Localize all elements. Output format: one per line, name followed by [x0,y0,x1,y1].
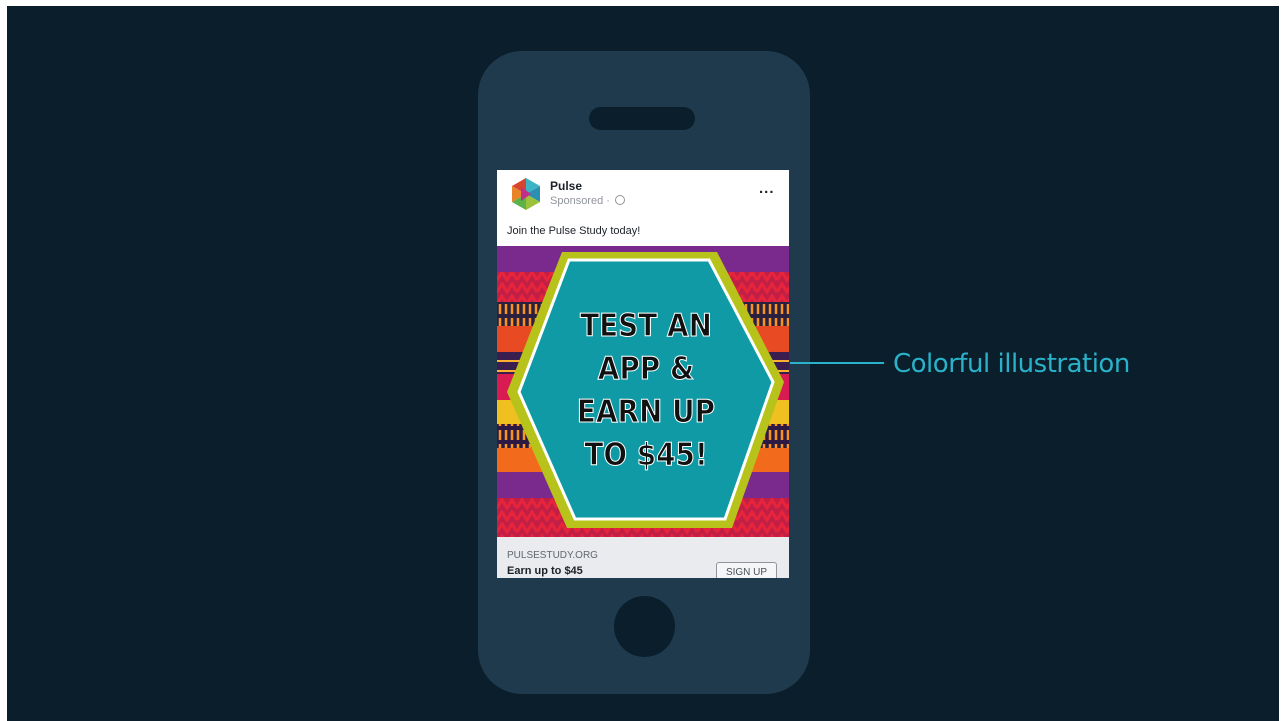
facebook-ad-post: Pulse Sponsored · ... Join the Pulse Stu… [497,170,789,578]
ad-headline-line-1: TEST AN [580,308,712,344]
ad-headline-line-3: EARN UP [577,394,715,430]
callout-line [790,362,884,364]
sponsored-text: Sponsored · [550,195,610,207]
ad-headline-line-2: APP & [598,351,694,387]
link-preview-bar[interactable]: PULSESTUDY.ORG Earn up to $45 SIGN UP [497,537,789,578]
ad-headline-line-4: TO $45! [584,437,707,473]
globe-icon [615,195,625,205]
page-name[interactable]: Pulse [550,179,582,193]
post-header: Pulse Sponsored · ... [497,170,789,222]
slide-background: Pulse Sponsored · ... Join the Pulse Stu… [7,6,1279,721]
phone-home-button [614,596,675,657]
link-title: Earn up to $45 [507,565,583,577]
post-text: Join the Pulse Study today! [507,225,641,237]
phone-speaker [589,107,695,130]
pulse-logo-icon [512,178,540,210]
more-options-icon[interactable]: ... [759,180,775,197]
link-domain: PULSESTUDY.ORG [507,550,598,561]
callout-label: Colorful illustration [893,349,1130,379]
sponsored-label: Sponsored · [550,195,625,207]
sign-up-button[interactable]: SIGN UP [716,562,777,578]
ad-illustration[interactable]: TEST AN APP & EARN UP TO $45! [497,246,789,537]
